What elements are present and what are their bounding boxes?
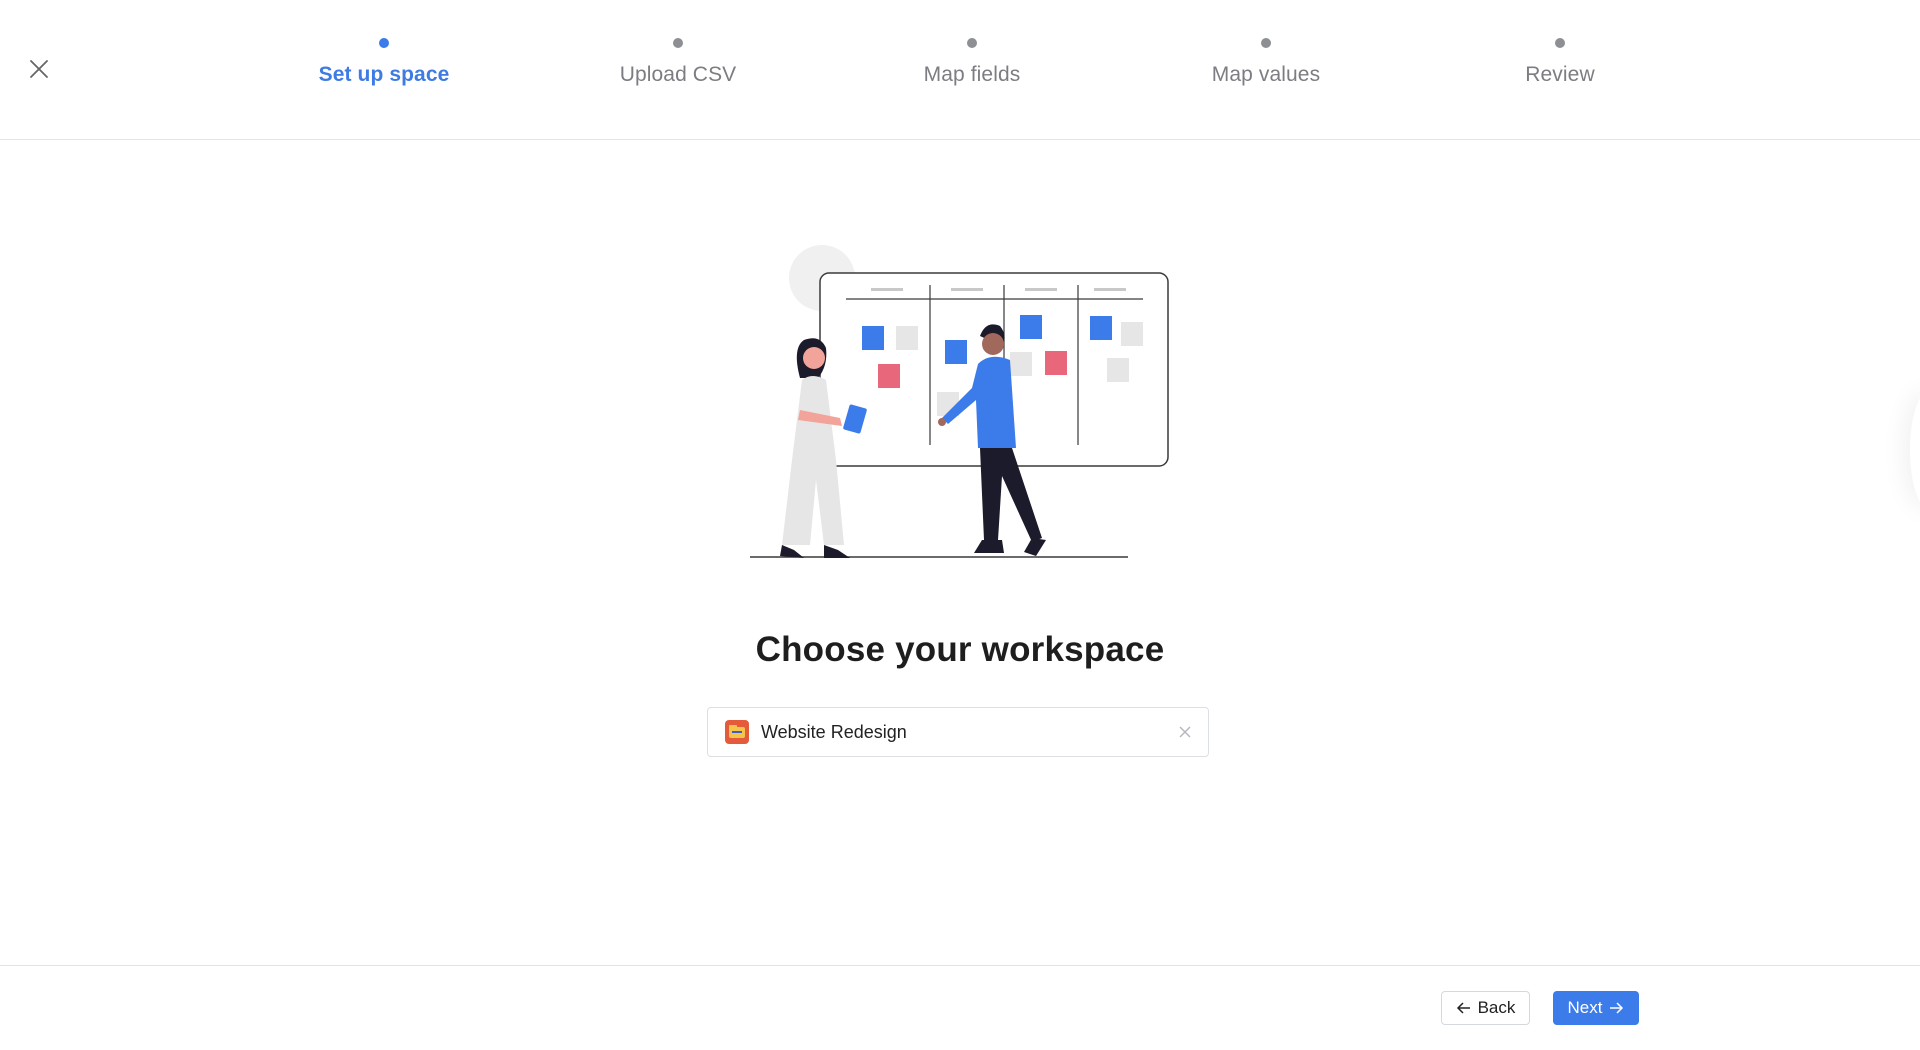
workspace-select-value: Website Redesign xyxy=(761,721,907,742)
step-label: Map values xyxy=(1211,63,1321,86)
step-review[interactable]: Review xyxy=(1460,38,1660,87)
edge-shadow xyxy=(1910,390,1920,510)
arrow-left-icon xyxy=(1456,1002,1470,1014)
step-map-fields[interactable]: Map fields xyxy=(872,38,1072,87)
step-dot xyxy=(379,38,389,48)
step-dot xyxy=(1555,38,1565,48)
step-label: Set up space xyxy=(318,63,450,86)
step-label: Map fields xyxy=(923,63,1021,86)
wizard-header: Set up space Upload CSV Map fields Map v… xyxy=(0,0,1920,140)
next-button[interactable]: Next xyxy=(1553,991,1639,1025)
step-label: Review xyxy=(1525,63,1595,86)
close-icon xyxy=(30,60,48,78)
page-title: Choose your workspace xyxy=(755,630,1165,669)
clear-icon xyxy=(1179,726,1191,738)
folder-icon xyxy=(725,720,749,744)
step-dot xyxy=(673,38,683,48)
clear-button[interactable] xyxy=(1174,721,1196,743)
arrow-right-icon xyxy=(1610,1002,1624,1014)
step-dot xyxy=(967,38,977,48)
kanban-illustration xyxy=(750,245,1169,558)
wizard-footer: Back Next xyxy=(0,965,1920,1050)
step-set-up-space[interactable]: Set up space xyxy=(284,38,484,87)
step-upload-csv[interactable]: Upload CSV xyxy=(578,38,778,87)
next-button-label: Next xyxy=(1567,998,1603,1017)
step-dot xyxy=(1261,38,1271,48)
back-button[interactable]: Back xyxy=(1441,991,1530,1025)
workspace-select[interactable]: Website Redesign xyxy=(707,707,1209,757)
step-label: Upload CSV xyxy=(619,63,737,86)
back-button-label: Back xyxy=(1477,998,1516,1017)
step-map-values[interactable]: Map values xyxy=(1166,38,1366,87)
close-button[interactable] xyxy=(24,54,54,84)
